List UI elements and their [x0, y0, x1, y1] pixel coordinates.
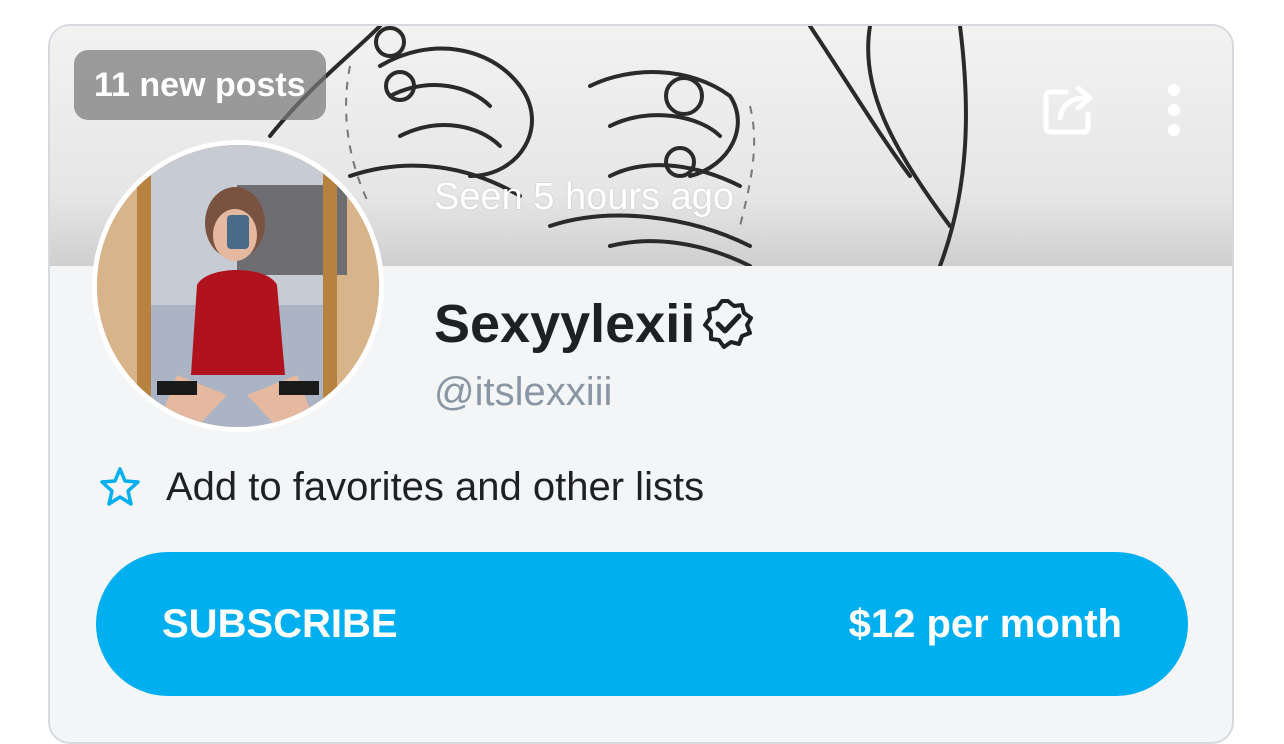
share-icon [1043, 85, 1093, 135]
display-name-row: Sexyylexii [434, 292, 755, 356]
subscription-price: $12 per month [848, 601, 1122, 646]
share-button[interactable] [1040, 80, 1100, 140]
subscribe-button[interactable]: SUBSCRIBE $12 per month [96, 552, 1188, 696]
profile-card: 11 new posts Seen 5 hours ago Sexyylexii… [48, 24, 1234, 744]
subscribe-label: SUBSCRIBE [162, 601, 398, 646]
add-to-favorites-button[interactable]: Add to favorites and other lists [98, 462, 704, 512]
verified-badge-icon [703, 299, 754, 349]
more-options-button[interactable] [1144, 80, 1204, 140]
username-handle: @itslexxiii [434, 370, 613, 414]
display-name: Sexyylexii [434, 294, 696, 354]
more-vertical-icon [1168, 84, 1180, 136]
last-seen-status: Seen 5 hours ago [434, 176, 735, 218]
avatar[interactable] [92, 140, 384, 432]
new-posts-badge[interactable]: 11 new posts [74, 50, 326, 120]
star-icon [100, 467, 140, 506]
add-to-favorites-label: Add to favorites and other lists [166, 464, 705, 509]
avatar-photo [97, 145, 379, 427]
